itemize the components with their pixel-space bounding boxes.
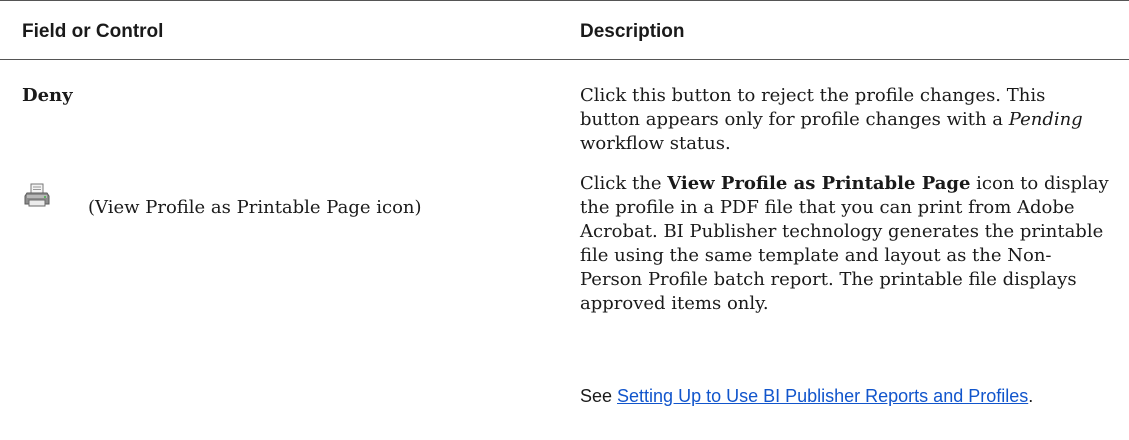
description-deny: Click this button to reject the profile …	[580, 84, 1110, 156]
see-also-note: See Setting Up to Use BI Publisher Repor…	[580, 384, 1110, 408]
pending-emphasis: Pending	[1008, 109, 1083, 130]
printable-page-strong: View Profile as Printable Page	[667, 173, 971, 194]
table-header-row: Field or Control Description	[0, 1, 1129, 60]
column-header-description: Description	[580, 21, 685, 42]
description-text: Click the	[580, 173, 668, 194]
printer-icon	[24, 182, 52, 210]
field-printable-page-label: (View Profile as Printable Page icon)	[88, 197, 422, 218]
description-text: Click this button to reject the profile …	[580, 85, 1046, 130]
see-suffix: .	[1028, 386, 1034, 406]
field-printable-page: (View Profile as Printable Page icon)	[22, 183, 542, 220]
bi-publisher-setup-link[interactable]: Setting Up to Use BI Publisher Reports a…	[617, 386, 1028, 406]
description-text: icon to display the profile in a PDF fil…	[580, 173, 1109, 314]
column-header-field: Field or Control	[22, 21, 164, 42]
see-prefix: See	[580, 386, 618, 406]
field-deny: Deny	[22, 85, 73, 106]
description-text: workflow status.	[580, 133, 731, 154]
description-printable-page: Click the View Profile as Printable Page…	[580, 172, 1110, 316]
